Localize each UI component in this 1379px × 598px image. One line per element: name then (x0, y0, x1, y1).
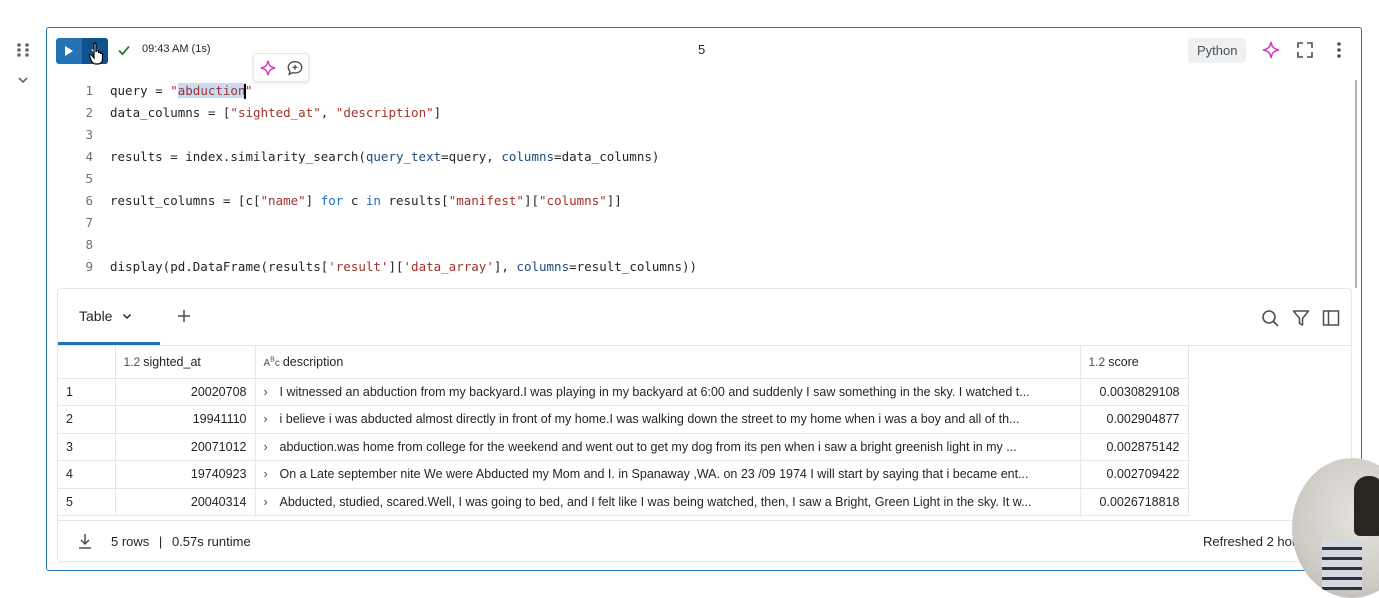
search-icon[interactable] (1260, 308, 1280, 328)
language-selector[interactable]: Python (1188, 38, 1247, 63)
type-numeric-icon: 1.2 (1088, 354, 1106, 369)
line-number: 8 (85, 237, 93, 252)
cell-description: › i believe i was abducted almost directl… (255, 405, 1081, 434)
notebook-cell: 09:43 AM (1s) 5 Python 1 query = "abducti… (46, 27, 1362, 571)
footer-summary: 5 rows | 0.57s runtime (111, 534, 251, 549)
footer-separator: | (158, 534, 163, 549)
hand-cursor-icon (88, 42, 104, 65)
code-line: 3 (67, 124, 1347, 146)
chevron-right-icon[interactable]: › (264, 467, 274, 481)
chevron-right-icon[interactable]: › (264, 385, 274, 399)
cell-number: 5 (698, 42, 706, 57)
cell-sighted-at: 20040314 (115, 488, 256, 516)
column-header-score[interactable]: 1.2 score (1080, 346, 1189, 379)
line-number: 3 (85, 127, 93, 142)
run-timestamp: 09:43 AM (1s) (142, 43, 211, 55)
kebab-menu-icon[interactable] (1329, 40, 1349, 60)
cell-description: › On a Late september nite We were Abduct… (255, 460, 1081, 489)
play-icon (65, 46, 73, 56)
line-number: 5 (85, 171, 93, 186)
filter-icon[interactable] (1291, 308, 1311, 328)
check-icon (118, 45, 130, 56)
refreshed-label: Refreshed 2 hou (1203, 534, 1300, 549)
cell-score: 0.002904877 (1080, 405, 1189, 434)
results-panel: Table 1.2 sighted_at ABc description 1.2… (57, 288, 1352, 562)
run-cell-button[interactable] (56, 38, 82, 64)
code-line: 1 query = "abduction" (67, 80, 1347, 102)
sidebar-panel-icon[interactable] (1321, 308, 1341, 328)
row-index: 5 (58, 488, 116, 516)
type-string-icon: ABc (263, 356, 280, 369)
line-number: 1 (85, 83, 93, 98)
code-editor[interactable]: 1 query = "abduction" 2 data_columns = ["s… (67, 80, 1347, 278)
code-line: 5 (67, 168, 1347, 190)
chevron-down-icon[interactable] (121, 310, 133, 322)
row-index: 2 (58, 405, 116, 434)
line-number: 6 (85, 193, 93, 208)
table-row[interactable]: 1 20020708 › I witnessed an abduction fro… (58, 378, 1189, 406)
cell-description: › Abducted, studied, scared.Well, I was g… (255, 488, 1081, 516)
chevron-right-icon[interactable]: › (264, 495, 274, 509)
code-line: 7 (67, 212, 1347, 234)
tab-table-label: Table (79, 307, 113, 324)
row-index: 4 (58, 460, 116, 489)
column-header-sighted-at[interactable]: 1.2 sighted_at (115, 346, 256, 379)
cell-description: › abduction.was home from college for the… (255, 433, 1081, 461)
row-index: 1 (58, 378, 116, 406)
cell-sighted-at: 20071012 (115, 433, 256, 461)
cell-description: › I witnessed an abduction from my backya… (255, 378, 1081, 406)
cell-gutter (0, 0, 46, 584)
row-index-header (58, 346, 116, 379)
plus-icon[interactable] (174, 306, 194, 326)
download-icon[interactable] (76, 532, 94, 550)
line-number: 7 (85, 215, 93, 230)
tab-table[interactable]: Table (58, 289, 160, 345)
runtime-label: 0.57s runtime (171, 534, 251, 549)
code-line: 6 result_columns = [c["name"] for c in re… (67, 190, 1347, 212)
type-numeric-icon: 1.2 (123, 354, 141, 369)
cell-score: 0.0030829108 (1080, 378, 1189, 406)
code-line: 9 display(pd.DataFrame(results['result'][… (67, 256, 1347, 278)
sparkle-icon[interactable] (259, 59, 277, 77)
table-row[interactable]: 3 20071012 › abduction.was home from coll… (58, 433, 1189, 461)
results-table: 1.2 sighted_at ABc description 1.2 score 1 … (58, 346, 1189, 516)
table-row[interactable]: 4 19740923 › On a Late september nite We … (58, 460, 1189, 489)
chevron-right-icon[interactable]: › (264, 440, 274, 454)
code-line: 4 results = index.similarity_search(query… (67, 146, 1347, 168)
cell-score: 0.002709422 (1080, 460, 1189, 489)
code-scrollbar[interactable] (1355, 80, 1357, 288)
line-number: 4 (85, 149, 93, 164)
row-count: 5 rows (111, 534, 150, 549)
sparkle-icon[interactable] (1261, 40, 1281, 60)
results-tab-bar: Table (58, 289, 1351, 346)
edge-fragment (1372, 40, 1379, 58)
chevron-down-icon[interactable] (17, 74, 29, 86)
drag-handle-icon[interactable] (16, 42, 30, 58)
chevron-right-icon[interactable]: › (264, 412, 274, 426)
table-header-row: 1.2 sighted_at ABc description 1.2 score (58, 346, 1189, 379)
cell-sighted-at: 19740923 (115, 460, 256, 489)
comment-icon[interactable] (286, 59, 304, 77)
table-row[interactable]: 5 20040314 › Abducted, studied, scared.We… (58, 488, 1189, 516)
line-number: 9 (85, 259, 93, 274)
cell-score: 0.002875142 (1080, 433, 1189, 461)
inline-assistant-toolbar (253, 53, 309, 82)
cell-score: 0.0026718818 (1080, 488, 1189, 516)
row-index: 3 (58, 433, 116, 461)
code-line: 8 (67, 234, 1347, 256)
table-row[interactable]: 2 19941110 › i believe i was abducted alm… (58, 405, 1189, 434)
cell-sighted-at: 20020708 (115, 378, 256, 406)
results-footer: 5 rows | 0.57s runtime Refreshed 2 hou (58, 520, 1351, 561)
cell-sighted-at: 19941110 (115, 405, 256, 434)
code-line: 2 data_columns = ["sighted_at", "descript… (67, 102, 1347, 124)
column-header-description[interactable]: ABc description (255, 346, 1081, 379)
line-number: 2 (85, 105, 93, 120)
fullscreen-icon[interactable] (1295, 40, 1315, 60)
